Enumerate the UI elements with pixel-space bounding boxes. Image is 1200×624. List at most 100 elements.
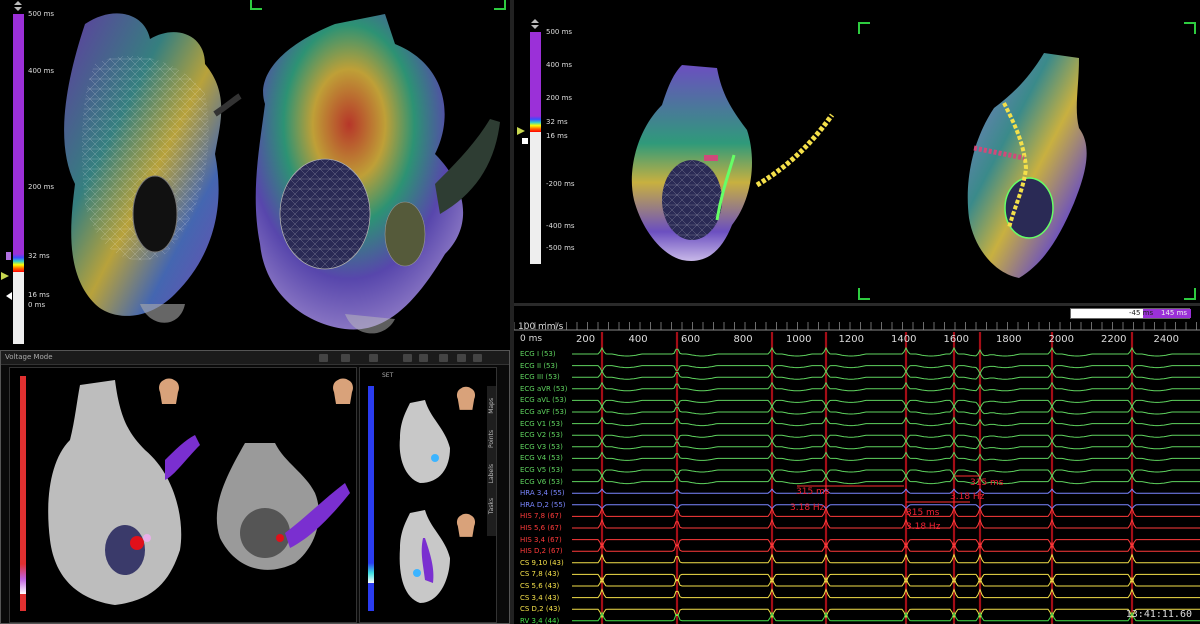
lead-trace — [572, 416, 1200, 427]
lead-label[interactable]: ECG I (53) — [520, 350, 556, 358]
time-axis-start: 0 ms — [520, 334, 543, 344]
lead-label[interactable]: ECG aVR (53) — [520, 385, 568, 393]
electrogram-strip[interactable]: -45 ms 145 ms 100 mm/s 0 ms 200 400 600 800… — [514, 306, 1200, 624]
time-tick-label: 2000 — [1048, 334, 1074, 345]
side-tab[interactable]: Tasks — [488, 498, 495, 514]
scale-label: -200 ms — [546, 180, 575, 188]
electrogram-traces[interactable] — [514, 306, 1200, 624]
interval-rate: 3.18 Hz — [950, 492, 985, 502]
atrium-with-catheters-b[interactable] — [954, 48, 1114, 288]
toolbar-icon[interactable] — [403, 354, 412, 362]
lead-label[interactable]: HIS 5,6 (67) — [520, 524, 562, 532]
lead-label[interactable]: ECG V2 (53) — [520, 431, 563, 439]
lead-label[interactable]: HRA D,2 (55) — [520, 501, 566, 509]
atrium-shell-gray-b[interactable] — [205, 438, 355, 588]
clock-timestamp: 13:41:11.60 — [1125, 609, 1192, 620]
lead-label[interactable]: HIS 3,4 (67) — [520, 536, 562, 544]
time-tick-label: 200 — [576, 334, 596, 345]
lead-label[interactable]: CS 7,8 (43) — [520, 570, 559, 578]
toolbar-icon[interactable] — [457, 354, 466, 362]
lead-trace — [572, 488, 1200, 494]
voltage-main-view[interactable] — [9, 367, 357, 623]
torso-orientation-icon[interactable] — [332, 378, 354, 406]
ep-mapping-workstation: 500 ms 400 ms 200 ms 32 ms 16 ms 0 ms 50… — [0, 0, 1200, 624]
torso-orientation-icon[interactable] — [456, 386, 476, 412]
scale-slider-handles[interactable] — [514, 0, 544, 270]
lead-trace — [572, 474, 1200, 485]
interval-rate: 3.18 Hz — [906, 522, 941, 532]
lead-trace — [572, 507, 1200, 517]
scale-label: 32 ms — [546, 118, 568, 126]
lead-label[interactable]: ECG V4 (53) — [520, 454, 563, 462]
scale-slider-handles[interactable] — [0, 0, 30, 330]
lead-label[interactable]: HIS D,2 (67) — [520, 547, 563, 555]
time-tick-label: 1600 — [943, 334, 969, 345]
scale-label: 500 ms — [28, 10, 55, 18]
view-corner-marker — [494, 0, 506, 10]
torso-orientation-icon[interactable] — [456, 513, 476, 539]
scale-label: 500 ms — [546, 28, 573, 36]
lead-label[interactable]: CS 9,10 (43) — [520, 559, 564, 567]
lead-label[interactable]: HRA 3,4 (55) — [520, 489, 565, 497]
view-corner-marker — [858, 288, 870, 300]
time-tick-label: 1800 — [996, 334, 1022, 345]
voltage-side-view[interactable]: SET Maps Points Labels Tasks — [359, 367, 497, 623]
side-tab[interactable]: Maps — [488, 398, 495, 414]
toolbar-icon[interactable] — [319, 354, 328, 362]
lead-label[interactable]: ECG III (53) — [520, 373, 560, 381]
scale-label: 32 ms — [28, 252, 50, 260]
toolbar-icon[interactable] — [341, 354, 350, 362]
torso-orientation-icon[interactable] — [158, 378, 180, 406]
lead-label[interactable]: CS 3,4 (43) — [520, 594, 559, 602]
scale-label: -400 ms — [546, 222, 575, 230]
side-tab[interactable]: Labels — [488, 464, 495, 483]
scale-label: 200 ms — [546, 94, 573, 102]
time-tick-label: 600 — [681, 334, 701, 345]
mini-atrium-b[interactable] — [395, 508, 455, 608]
toolbar-icon[interactable] — [419, 354, 428, 362]
map-viewport-right[interactable]: 500 ms 400 ms 200 ms 32 ms 16 ms -200 ms… — [514, 0, 1200, 304]
lead-trace — [572, 370, 1200, 380]
interval-rate: 3.18 Hz — [790, 503, 825, 513]
lead-label[interactable]: ECG II (53) — [520, 362, 558, 370]
atrium-with-catheters-a[interactable] — [622, 60, 852, 280]
lead-trace — [572, 541, 1200, 552]
toolbar-icon[interactable] — [439, 354, 448, 362]
lead-label[interactable]: CS 5,6 (43) — [520, 582, 559, 590]
voltage-mode-window[interactable]: Voltage Mode SET Maps Points Labels Task… — [0, 350, 510, 624]
lead-label[interactable]: HIS 7,8 (67) — [520, 512, 562, 520]
scale-label: 16 ms — [28, 291, 50, 299]
lead-label[interactable]: ECG aVF (53) — [520, 408, 567, 416]
time-tick-label: 2400 — [1153, 334, 1179, 345]
mini-atrium-a[interactable] — [395, 398, 455, 488]
view-corner-marker — [1184, 288, 1196, 300]
lead-label[interactable]: ECG V1 (53) — [520, 420, 563, 428]
lead-trace — [572, 346, 1200, 357]
time-tick-label: 400 — [628, 334, 648, 345]
lead-label[interactable]: ECG V3 (53) — [520, 443, 563, 451]
atrium-shell-gray-a[interactable] — [35, 380, 205, 610]
lead-trace — [572, 434, 1200, 445]
left-atrium-3d-mesh-b[interactable] — [245, 4, 505, 344]
scale-label: 400 ms — [546, 61, 573, 69]
toolbar-icon[interactable] — [369, 354, 378, 362]
interval-measure: 315 ms — [970, 478, 1004, 488]
map-viewport-left[interactable]: 500 ms 400 ms 200 ms 32 ms 16 ms 0 ms — [0, 0, 508, 348]
lead-trace — [572, 404, 1200, 415]
side-tab[interactable]: Points — [488, 430, 495, 448]
lead-trace — [572, 504, 1200, 510]
side-view-tab[interactable]: SET — [382, 372, 393, 379]
lead-label[interactable]: ECG aVL (53) — [520, 396, 567, 404]
view-corner-marker — [1184, 22, 1196, 34]
lead-label[interactable]: CS D,2 (43) — [520, 605, 560, 613]
lead-label[interactable]: ECG V6 (53) — [520, 478, 563, 486]
lead-label[interactable]: RV 3,4 (44) — [520, 617, 559, 624]
time-tick-label: 2200 — [1101, 334, 1127, 345]
lead-label[interactable]: ECG V5 (53) — [520, 466, 563, 474]
lead-trace — [572, 399, 1200, 410]
lead-trace — [572, 518, 1200, 529]
lead-trace — [572, 365, 1200, 375]
interval-measure: 315 ms — [906, 508, 940, 518]
scale-label: -500 ms — [546, 244, 575, 252]
toolbar-icon[interactable] — [473, 354, 482, 362]
